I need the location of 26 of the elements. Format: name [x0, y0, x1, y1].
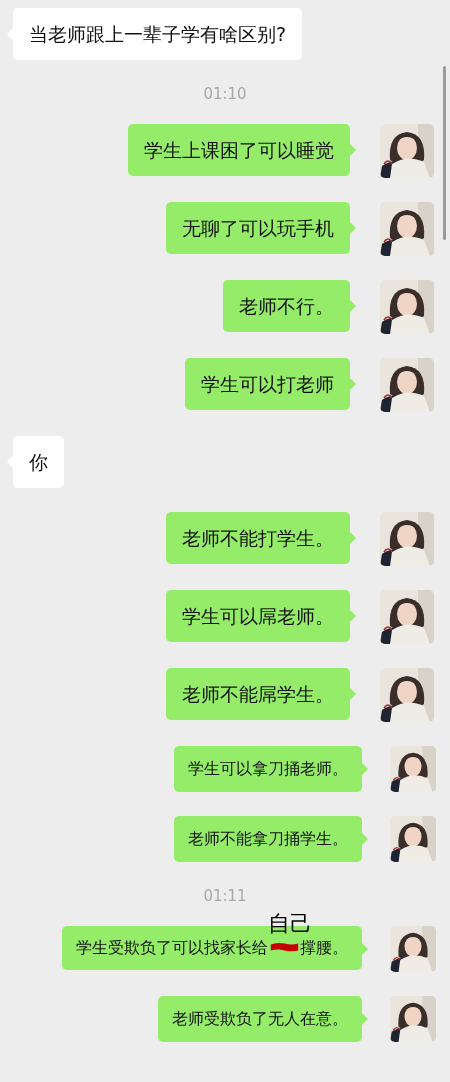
timestamp: 01:11: [203, 886, 247, 906]
message-bubble: 老师不行。: [223, 280, 350, 332]
bubble-tail: [362, 833, 368, 845]
message-bubble: 老师受欺负了无人在意。: [158, 996, 362, 1042]
message-bubble: 老师不能打学生。: [166, 512, 350, 564]
message-bubble: 你: [13, 436, 64, 488]
message-bubble: 学生上课困了可以睡觉: [128, 124, 350, 176]
bubble-tail: [362, 763, 368, 775]
scroll-bar[interactable]: [443, 66, 446, 240]
timestamp: 01:10: [203, 84, 247, 104]
message-bubble: 当老师跟上一辈子学有啥区别?: [13, 8, 303, 60]
message-bubble: 学生可以拿刀捅老师。: [174, 746, 362, 792]
redaction-mark: [270, 941, 299, 953]
message-bubble: 老师不能屌学生。: [166, 668, 350, 720]
bubble-tail: [350, 688, 356, 700]
bubble-tail: [350, 300, 356, 312]
bubble-tail: [350, 378, 356, 390]
message-bubble: 学生可以打老师: [185, 358, 350, 410]
bubble-tail: [350, 532, 356, 544]
bubble-tail: [350, 144, 356, 156]
message-bubble: 老师不能拿刀捅学生。: [174, 816, 362, 862]
bubble-tail: [350, 222, 356, 234]
bubble-tail: [362, 1013, 368, 1025]
bubble-tail: [350, 610, 356, 622]
message-bubble: 无聊了可以玩手机: [166, 202, 350, 254]
message-bubble: 学生可以屌老师。: [166, 590, 350, 642]
